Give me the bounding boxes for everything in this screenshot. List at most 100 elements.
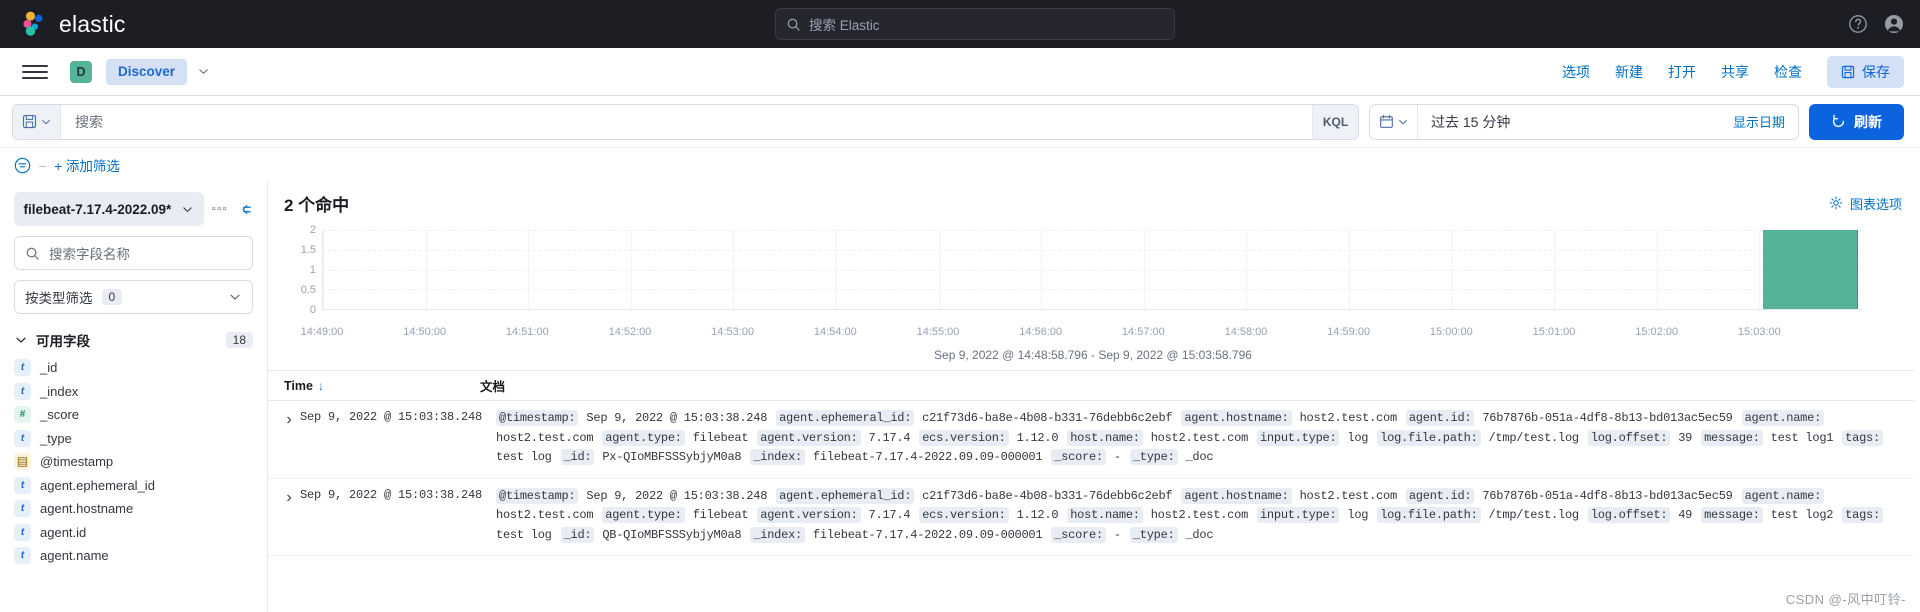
refresh-button[interactable]: 刷新 <box>1809 103 1904 140</box>
save-disk-icon <box>22 114 36 129</box>
field-item[interactable]: ▤ @timestamp <box>14 450 253 474</box>
expand-row-icon[interactable]: › <box>278 487 300 546</box>
grid-line-horizontal <box>323 230 1862 231</box>
document-field-value: 1.12.0 <box>1009 508 1066 522</box>
query-language-button[interactable]: KQL <box>1312 104 1358 139</box>
histogram-chart[interactable]: 2 1.5 1 0.5 0 <box>284 224 1902 324</box>
document-field-value: 1.12.0 <box>1009 430 1066 445</box>
field-item[interactable]: t _type <box>14 427 253 451</box>
document-field-key: _type: <box>1129 526 1178 543</box>
document-field-key: host.name: <box>1067 507 1143 523</box>
page-scrollbar[interactable] <box>1914 170 1920 612</box>
document-field-key: _id: <box>560 449 595 465</box>
breadcrumb-discover[interactable]: Discover <box>106 58 188 85</box>
field-item[interactable]: t agent.ephemeral_id <box>14 474 253 498</box>
x-axis-tick: 14:55:00 <box>916 326 960 338</box>
document-field-value: 7.17.4 <box>861 430 918 445</box>
field-item[interactable]: t agent.id <box>14 521 253 545</box>
table-row[interactable]: › Sep 9, 2022 @ 15:03:38.248 @timestamp: S… <box>268 401 1920 479</box>
index-pattern-menu-icon[interactable]: ▫▫▫ <box>210 203 230 215</box>
field-search-input[interactable]: 搜索字段名称 <box>14 236 253 270</box>
filter-options-icon[interactable] <box>14 157 31 174</box>
saved-query-button[interactable] <box>13 104 61 139</box>
nav-link-share[interactable]: 共享 <box>1721 62 1749 82</box>
grid-line-vertical <box>528 230 530 309</box>
field-item[interactable]: t _id <box>14 356 253 380</box>
string-field-icon: t <box>14 500 31 518</box>
menu-toggle-icon[interactable] <box>22 59 48 85</box>
query-input-group: 搜索 KQL <box>12 103 1359 140</box>
document-field-value: 49 <box>1671 508 1700 522</box>
document-field-value: test log2 <box>1763 508 1841 522</box>
field-item[interactable]: t agent.name <box>14 544 253 568</box>
x-axis-tick: 15:01:00 <box>1532 326 1576 338</box>
document-summary: @timestamp: Sep 9, 2022 @ 15:03:38.248 a… <box>496 409 1904 468</box>
sort-desc-icon[interactable]: ↓ <box>318 379 324 393</box>
document-field-value: 39 <box>1671 430 1700 445</box>
expand-row-icon[interactable]: › <box>278 409 300 468</box>
y-axis-tick: 1.5 <box>300 244 316 256</box>
global-search-input[interactable]: 搜索 Elastic <box>775 8 1175 40</box>
chevron-down-icon <box>41 119 50 124</box>
column-header-time[interactable]: Time ↓ <box>284 379 480 393</box>
document-field-key: agent.version: <box>757 429 861 446</box>
grid-line-vertical <box>835 230 837 309</box>
x-axis-tick: 15:02:00 <box>1635 326 1679 338</box>
document-field-key: agent.type: <box>602 507 685 523</box>
string-field-icon: t <box>14 382 31 400</box>
document-field-value: host2.test.com <box>1292 488 1404 503</box>
x-axis-tick: 14:52:00 <box>608 326 652 338</box>
show-dates-button[interactable]: 显示日期 <box>1733 105 1798 139</box>
collapse-sidebar-icon[interactable] <box>236 201 253 218</box>
field-sidebar: filebeat-7.17.4-2022.09* ▫▫▫ 搜索字段名称 按类型筛… <box>0 182 268 612</box>
field-item[interactable]: t _index <box>14 380 253 404</box>
nav-link-new[interactable]: 新建 <box>1615 62 1643 82</box>
date-quick-select-button[interactable] <box>1370 104 1418 139</box>
document-field-key: _index: <box>750 449 805 465</box>
elastic-brand[interactable]: elastic <box>0 10 126 38</box>
string-field-icon: t <box>14 359 31 377</box>
chevron-down-icon[interactable] <box>197 65 210 78</box>
time-range-value[interactable]: 过去 15 分钟 <box>1418 105 1733 139</box>
field-item[interactable]: t agent.hostname <box>14 497 253 521</box>
nav-link-inspect[interactable]: 检查 <box>1774 62 1802 82</box>
calendar-icon <box>1379 114 1393 128</box>
index-pattern-selector[interactable]: filebeat-7.17.4-2022.09* <box>14 192 204 226</box>
document-field-key: agent.name: <box>1741 487 1825 504</box>
grid-line-horizontal <box>323 289 1862 291</box>
grid-line-vertical <box>1554 230 1556 309</box>
chart-bar[interactable] <box>1763 230 1859 309</box>
help-icon[interactable] <box>1848 14 1868 34</box>
field-item[interactable]: # _score <box>14 403 253 427</box>
field-type-filter[interactable]: 按类型筛选 0 <box>14 280 253 314</box>
document-field-key: @timestamp: <box>496 487 579 504</box>
save-button[interactable]: 保存 <box>1827 55 1904 88</box>
nav-link-open[interactable]: 打开 <box>1668 62 1696 82</box>
document-field-value: Sep 9, 2022 @ 15:03:38.248 <box>579 488 775 503</box>
document-field-value: host2.test.com <box>1292 411 1404 425</box>
grid-line-horizontal <box>323 269 1862 271</box>
document-field-value: Sep 9, 2022 @ 15:03:38.248 <box>579 411 775 425</box>
index-pattern-row: filebeat-7.17.4-2022.09* ▫▫▫ <box>14 192 253 226</box>
chart-x-axis: 14:49:00 14:50:00 14:51:00 14:52:00 14:53:00… <box>301 324 1862 344</box>
x-axis-tick: 14:56:00 <box>1019 326 1063 338</box>
document-field-key: input.type: <box>1256 507 1340 523</box>
chart-time-caption: Sep 9, 2022 @ 14:48:58.796 - Sep 9, 2022… <box>934 348 1252 362</box>
grid-line-vertical <box>1451 230 1453 309</box>
search-input[interactable]: 搜索 <box>61 105 1312 139</box>
avatar-icon[interactable] <box>1884 14 1904 34</box>
x-axis-tick: 14:51:00 <box>505 326 549 338</box>
document-field-value: _doc <box>1178 450 1214 464</box>
documents-table: Time ↓ 文档 › Sep 9, 2022 @ 15:03:38.248 @ti… <box>268 370 1920 612</box>
search-icon <box>26 247 39 260</box>
add-filter-button[interactable]: + 添加筛选 <box>54 155 120 175</box>
y-axis-tick: 0.5 <box>300 284 316 296</box>
table-row[interactable]: › Sep 9, 2022 @ 15:03:38.248 @timestamp: S… <box>268 479 1920 556</box>
chart-options-button[interactable]: 图表选项 <box>1829 194 1902 213</box>
available-fields-header[interactable]: 可用字段 18 <box>14 330 253 350</box>
grid-line-vertical <box>1348 230 1350 309</box>
nav-link-options[interactable]: 选项 <box>1562 62 1590 82</box>
document-field-key: tags: <box>1842 507 1883 523</box>
app-navbar: D Discover 选项 新建 打开 共享 检查 保存 <box>0 48 1920 96</box>
x-axis-tick: 15:00:00 <box>1429 326 1473 338</box>
